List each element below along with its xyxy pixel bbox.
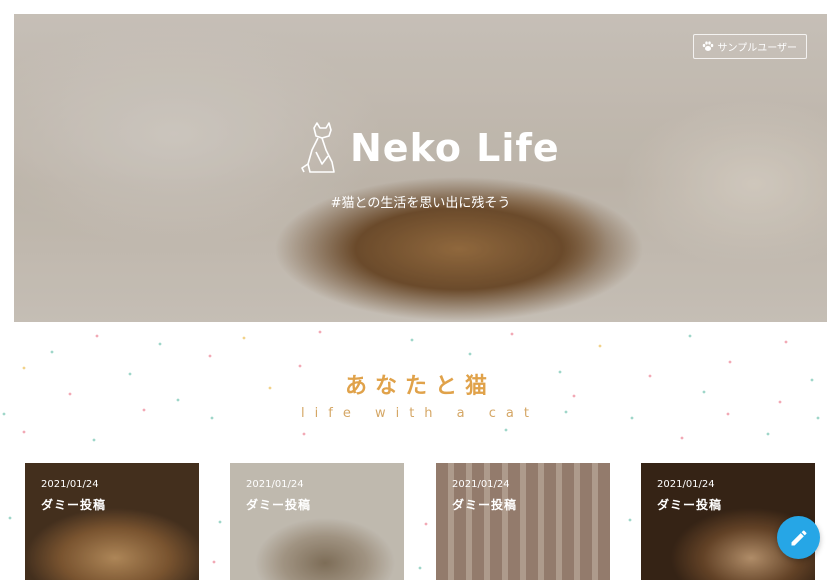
section-subtitle: life with a cat [301, 406, 539, 421]
post-date: 2021/01/24 [657, 479, 715, 490]
post-card[interactable]: 2021/01/24 ダミー投稿 [230, 463, 404, 580]
cat-logo-icon [301, 122, 335, 173]
paw-icon [702, 41, 713, 51]
post-date: 2021/01/24 [41, 479, 99, 490]
post-title: ダミー投稿 [246, 498, 312, 512]
post-date: 2021/01/24 [452, 479, 510, 490]
post-date: 2021/01/24 [246, 479, 304, 490]
new-post-button[interactable] [777, 516, 820, 559]
section-title: あなたと猫 [344, 374, 495, 399]
post-title: ダミー投稿 [657, 498, 723, 512]
brand-name: Neko Life [350, 126, 560, 170]
pencil-icon [791, 529, 807, 545]
hero-banner: サンプルユーザー Neko Life #猫との生活を思い出に残そう [14, 14, 827, 322]
post-card[interactable]: 2021/01/24 ダミー投稿 [25, 463, 199, 580]
page: サンプルユーザー Neko Life #猫との生活を思い出に残そう あなたと猫 … [0, 0, 840, 580]
brand[interactable]: Neko Life [300, 122, 560, 174]
post-card[interactable]: 2021/01/24 ダミー投稿 [436, 463, 610, 580]
post-title: ダミー投稿 [41, 498, 107, 512]
post-title: ダミー投稿 [452, 498, 518, 512]
user-menu-button[interactable]: サンプルユーザー [692, 34, 807, 59]
hero-tagline: #猫との生活を思い出に残そう [330, 196, 511, 211]
user-menu-label: サンプルユーザー [717, 43, 798, 54]
